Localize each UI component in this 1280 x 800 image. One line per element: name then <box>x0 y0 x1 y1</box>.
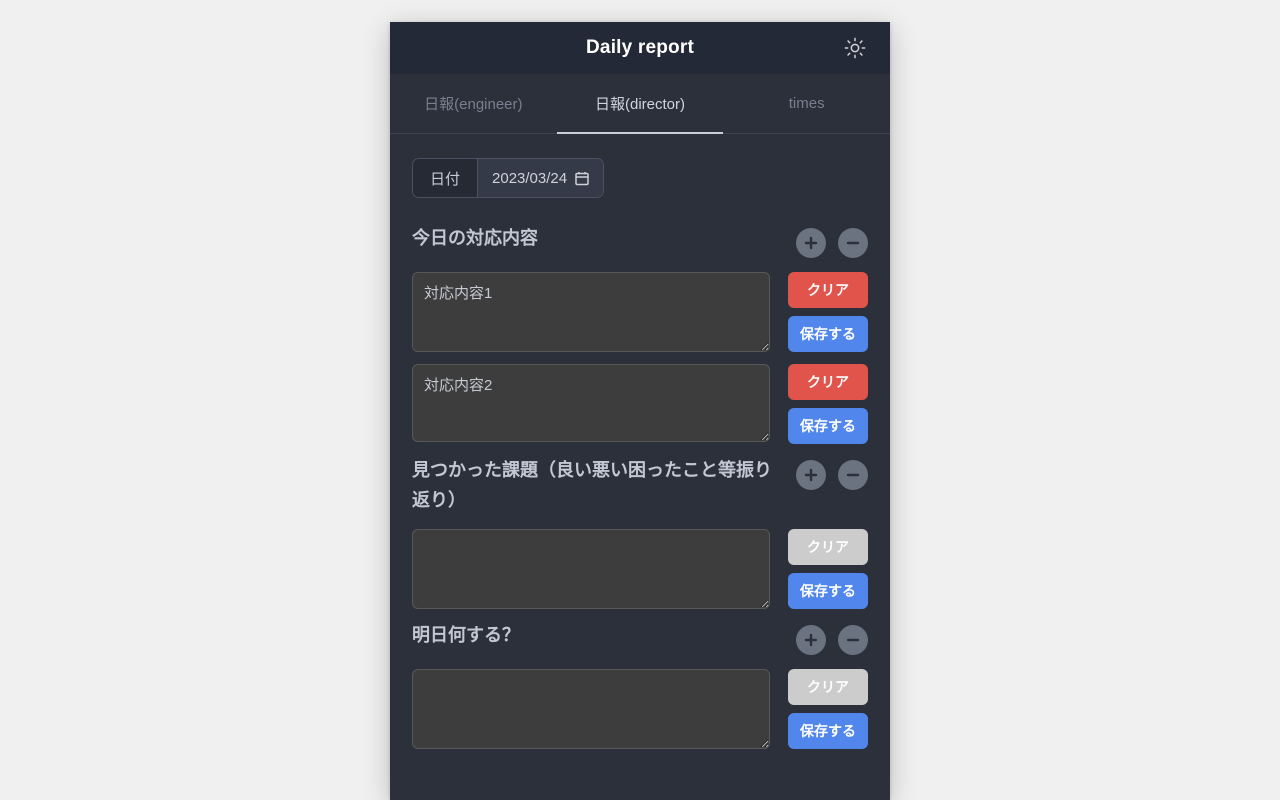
entry-buttons: クリア 保存する <box>788 669 868 750</box>
date-field-group: 日付 2023/03/24 <box>412 158 605 198</box>
plus-circle-icon[interactable] <box>796 625 826 656</box>
tab-label: 日報(engineer) <box>424 96 523 113</box>
section-actions <box>796 456 868 490</box>
tab-label: 日報(director) <box>595 96 686 113</box>
clear-button[interactable]: クリア <box>788 364 868 400</box>
clear-button[interactable]: クリア <box>788 272 868 308</box>
tab-bar: 日報(engineer) 日報(director) times <box>390 74 890 134</box>
calendar-icon[interactable] <box>575 171 589 186</box>
entry-row: クリア 保存する <box>412 529 868 610</box>
section-title: 見つかった課題（良い悪い困ったこと等振り返り） <box>412 460 772 510</box>
date-row: 日付 2023/03/24 <box>412 158 868 198</box>
date-input[interactable]: 2023/03/24 <box>477 159 604 197</box>
entry-buttons: クリア 保存する <box>788 272 868 352</box>
minus-circle-icon[interactable] <box>838 460 868 490</box>
app-window: Daily report 日報(engineer) 日報(director) t… <box>390 22 890 800</box>
entry-textarea[interactable] <box>412 272 770 352</box>
app-header: Daily report <box>390 22 890 74</box>
section-title: 今日の対応内容 <box>412 228 538 248</box>
section-today-work: 今日の対応内容 対応内容1 クリア 保存する 対応内容2 クリア 保存する <box>412 224 868 444</box>
plus-circle-icon[interactable] <box>796 228 826 258</box>
section-tomorrow-plan: 明日何する？ クリア 保存する <box>412 621 868 750</box>
save-button[interactable]: 保存する <box>788 408 868 444</box>
date-label: 日付 <box>413 159 478 197</box>
entry-buttons: クリア 保存する <box>788 364 868 444</box>
section-header: 見つかった課題（良い悪い困ったこと等振り返り） <box>412 456 868 515</box>
section-title: 明日何する？ <box>412 625 520 646</box>
entry-textarea[interactable] <box>412 364 770 442</box>
sun-icon[interactable] <box>840 33 870 63</box>
page-title: Daily report <box>586 37 694 58</box>
save-button[interactable]: 保存する <box>788 713 868 750</box>
tab-nippou-engineer[interactable]: 日報(engineer) <box>390 74 557 133</box>
minus-circle-icon[interactable] <box>838 625 868 656</box>
entry-buttons: クリア 保存する <box>788 529 868 610</box>
section-actions <box>796 224 868 258</box>
section-header: 明日何する？ <box>412 621 868 656</box>
entry-row: クリア 保存する <box>412 669 868 750</box>
entry-row: クリア 保存する <box>412 272 868 352</box>
content-area: 日付 2023/03/24 今日の対応内容 対応内容1 クリア 保存する 対応内… <box>390 134 890 800</box>
section-actions <box>796 621 868 656</box>
minus-circle-icon[interactable] <box>838 228 868 258</box>
date-value: 2023/03/24 <box>492 169 568 187</box>
tab-nippou-director[interactable]: 日報(director) <box>556 74 724 134</box>
clear-button[interactable]: クリア <box>788 669 868 706</box>
tab-times[interactable]: times <box>723 74 890 133</box>
save-button[interactable]: 保存する <box>788 573 868 610</box>
clear-button[interactable]: クリア <box>788 529 868 566</box>
entry-textarea[interactable] <box>412 529 770 610</box>
section-found-issues: 見つかった課題（良い悪い困ったこと等振り返り） クリア 保存する <box>412 456 868 610</box>
tab-label: times <box>788 95 825 112</box>
section-header: 今日の対応内容 <box>412 224 868 258</box>
entry-row: クリア 保存する <box>412 364 868 444</box>
plus-circle-icon[interactable] <box>796 460 826 490</box>
entry-textarea[interactable] <box>412 669 770 750</box>
save-button[interactable]: 保存する <box>788 316 868 352</box>
